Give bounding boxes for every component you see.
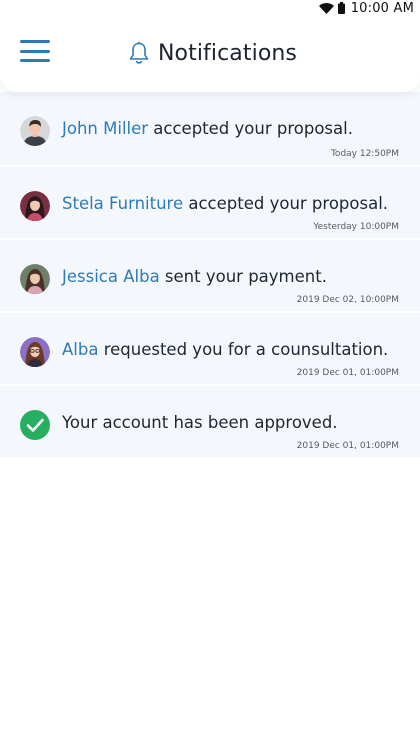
notification-item[interactable]: Your account has been approved. 2019 Dec… [0, 386, 420, 459]
notification-list: John Miller accepted your proposal. Toda… [0, 92, 420, 459]
notification-item[interactable]: Jessica Alba sent your payment. 2019 Dec… [0, 240, 420, 313]
avatar [20, 191, 50, 221]
notification-name-link[interactable]: Stela Furniture [62, 194, 183, 213]
menu-icon-line [20, 49, 50, 53]
notification-text: Your account has been approved. [62, 413, 338, 432]
wifi-icon [318, 2, 334, 14]
notification-message: Jessica Alba sent your payment. [62, 267, 327, 286]
notification-text: requested you for a counsultation. [98, 340, 389, 359]
notification-item[interactable]: Stela Furniture accepted your proposal. … [0, 167, 420, 240]
menu-button[interactable] [20, 40, 50, 62]
notification-message: Your account has been approved. [62, 413, 338, 432]
notification-item[interactable]: John Miller accepted your proposal. Toda… [0, 92, 420, 167]
notification-name-link[interactable]: John Miller [62, 119, 148, 138]
notification-message: Stela Furniture accepted your proposal. [62, 194, 388, 213]
notification-name-link[interactable]: Jessica Alba [62, 267, 160, 286]
notification-time: 2019 Dec 01, 01:00PM [296, 441, 399, 451]
notification-time: Today 12:50PM [330, 149, 399, 159]
notification-time: 2019 Dec 02, 10:00PM [296, 295, 399, 305]
avatar [20, 264, 50, 294]
notification-text: accepted your proposal. [148, 119, 353, 138]
notification-time: 2019 Dec 01, 01:00PM [296, 368, 399, 378]
check-circle-icon [20, 410, 50, 440]
status-time: 10:00 AM [350, 0, 414, 16]
header-title-wrap: Notifications [128, 38, 297, 68]
bell-icon [129, 41, 149, 64]
avatar [20, 116, 50, 146]
menu-icon-line [20, 59, 50, 62]
notification-item[interactable]: Alba requested you for a counsultation. … [0, 313, 420, 386]
avatar [20, 337, 50, 367]
notification-text: accepted your proposal. [183, 194, 389, 213]
menu-icon [20, 40, 50, 43]
notification-message: Alba requested you for a counsultation. [62, 340, 388, 359]
notification-name-link[interactable]: Alba [62, 340, 98, 359]
page-title: Notifications [158, 40, 297, 66]
notification-message: John Miller accepted your proposal. [62, 119, 353, 138]
battery-icon [337, 2, 345, 14]
status-bar: 10:00 AM [0, 0, 420, 16]
app-header: Notifications [0, 16, 420, 92]
notification-time: Yesterday 10:00PM [313, 222, 399, 232]
notification-text: sent your payment. [159, 267, 327, 286]
